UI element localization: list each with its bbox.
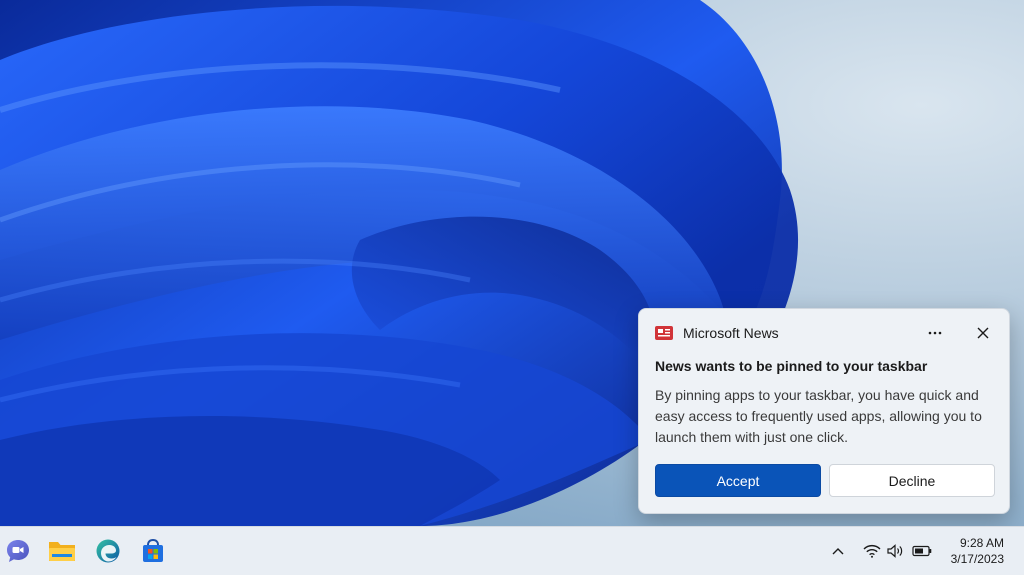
notification-toast: Microsoft News News wants to be pinned t… bbox=[638, 308, 1010, 514]
more-options-button[interactable] bbox=[923, 321, 947, 345]
volume-icon bbox=[887, 544, 903, 558]
taskbar-app-file-explorer[interactable] bbox=[48, 537, 76, 565]
close-notification-button[interactable] bbox=[971, 321, 995, 345]
network-button[interactable] bbox=[860, 541, 884, 561]
notification-title: News wants to be pinned to your taskbar bbox=[655, 358, 928, 374]
microsoft-store-icon bbox=[143, 538, 163, 562]
clock-date-text: 3/17/2023 bbox=[950, 552, 1004, 566]
edge-icon bbox=[96, 539, 120, 563]
battery-icon bbox=[912, 545, 932, 557]
file-explorer-icon bbox=[49, 542, 75, 561]
taskbar-app-edge[interactable] bbox=[94, 537, 122, 565]
decline-button[interactable]: Decline bbox=[829, 464, 995, 497]
accept-button[interactable]: Accept bbox=[655, 464, 821, 497]
notification-app-name: Microsoft News bbox=[683, 325, 779, 341]
clock-time: 9:28 AM bbox=[959, 536, 1004, 550]
notification-body: By pinning apps to your taskbar, you hav… bbox=[655, 387, 982, 445]
wifi-icon bbox=[863, 544, 881, 558]
clock-date[interactable]: 9:28 AM 3/17/2023 bbox=[951, 535, 1004, 567]
news-icon bbox=[655, 326, 673, 340]
battery-button[interactable] bbox=[910, 541, 934, 561]
teams-chat-icon bbox=[7, 540, 29, 562]
notification-header: Microsoft News bbox=[655, 323, 779, 343]
volume-button[interactable] bbox=[884, 541, 908, 561]
taskbar-app-store[interactable] bbox=[139, 537, 167, 565]
taskbar-app-chat[interactable] bbox=[4, 537, 32, 565]
close-icon bbox=[977, 327, 989, 339]
chevron-up-icon bbox=[832, 548, 844, 555]
more-horizontal-icon bbox=[928, 331, 942, 335]
taskbar: 9:28 AM 3/17/2023 bbox=[0, 526, 1024, 575]
show-hidden-icons-button[interactable] bbox=[828, 541, 848, 561]
